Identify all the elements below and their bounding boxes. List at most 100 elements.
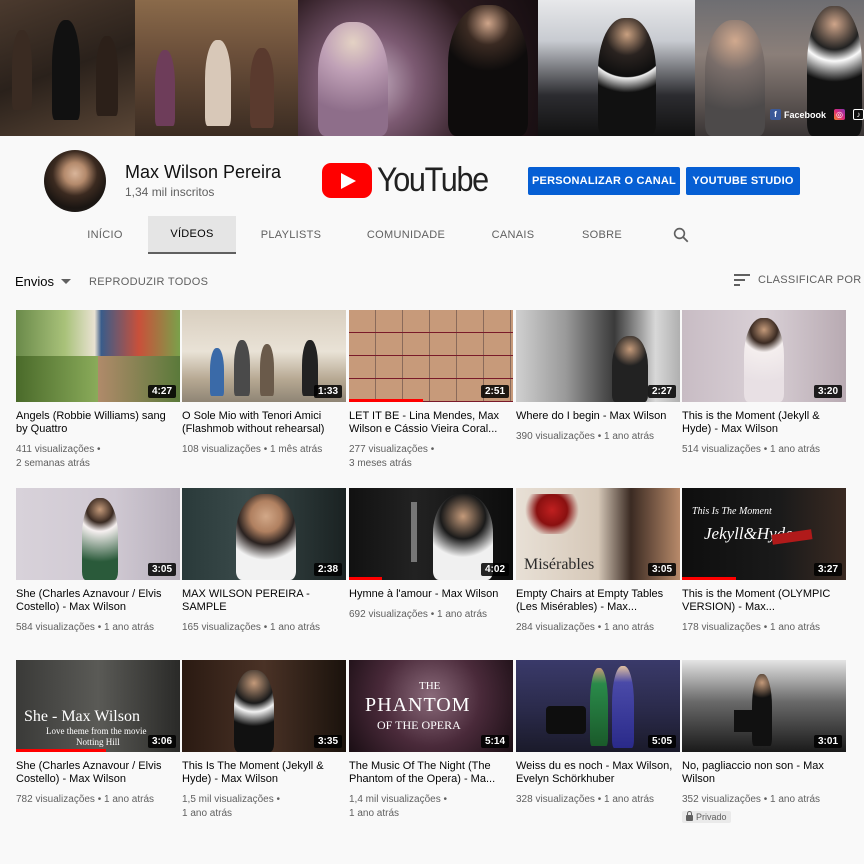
video-title[interactable]: The Music Of The Night (The Phantom of t…: [349, 760, 513, 786]
video-thumbnail[interactable]: 2:38: [182, 488, 346, 580]
tab-videos[interactable]: VÍDEOS: [148, 216, 236, 254]
lock-icon: [686, 811, 693, 821]
video-card[interactable]: Misérables 3:05 Empty Chairs at Empty Ta…: [516, 488, 680, 635]
video-age: 1 ano atrás: [182, 808, 233, 819]
caret-down-icon: [61, 279, 72, 284]
video-thumbnail[interactable]: 3:20: [682, 310, 846, 402]
youtube-logo[interactable]: YouTube: [322, 161, 500, 200]
video-card[interactable]: 4:02 Hymne à l'amour - Max Wilson 692 vi…: [349, 488, 513, 622]
video-card[interactable]: 5:05 Weiss du es noch - Max Wilson, Evel…: [516, 660, 680, 807]
video-title[interactable]: MAX WILSON PEREIRA - SAMPLE: [182, 588, 346, 614]
video-thumbnail[interactable]: THE PHANTOM OF THE OPERA 5:14: [349, 660, 513, 752]
video-title[interactable]: Empty Chairs at Empty Tables (Les Miséra…: [516, 588, 680, 614]
video-card[interactable]: THE PHANTOM OF THE OPERA 5:14 The Music …: [349, 660, 513, 821]
video-title[interactable]: She (Charles Aznavour / Elvis Costello) …: [16, 760, 180, 786]
video-card[interactable]: 3:20 This is the Moment (Jekyll & Hyde) …: [682, 310, 846, 457]
video-thumbnail[interactable]: 5:05: [516, 660, 680, 752]
video-age: 2 semanas atrás: [16, 458, 90, 469]
video-views: 277 visualizações: [349, 444, 428, 455]
video-meta: 514 visualizações • 1 ano atrás: [682, 444, 821, 455]
instagram-icon[interactable]: ◎: [834, 109, 845, 120]
private-label: Privado: [696, 812, 727, 822]
video-title[interactable]: Hymne à l'amour - Max Wilson: [349, 588, 513, 601]
search-icon[interactable]: [672, 226, 690, 244]
video-duration: 3:35: [313, 735, 342, 748]
video-title[interactable]: This is the Moment (OLYMPIC VERSION) - M…: [682, 588, 846, 614]
video-views: 692 visualizações: [349, 609, 428, 620]
facebook-link[interactable]: f Facebook: [769, 109, 826, 120]
video-meta: 584 visualizações • 1 ano atrás: [16, 622, 155, 633]
tab-playlists[interactable]: PLAYLISTS: [252, 216, 330, 254]
video-meta: 352 visualizações • 1 ano atrás: [682, 794, 821, 805]
video-age: 3 meses atrás: [349, 458, 412, 469]
video-title[interactable]: Angels (Robbie Williams) sang by Quattro: [16, 410, 180, 436]
video-card[interactable]: 2:51 LET IT BE - Lina Mendes, Max Wilson…: [349, 310, 513, 471]
video-card[interactable]: 3:35 This Is The Moment (Jekyll & Hyde) …: [182, 660, 346, 821]
video-views: 284 visualizações: [516, 622, 595, 633]
watch-progress: [682, 577, 737, 580]
video-thumbnail[interactable]: 4:02: [349, 488, 513, 580]
tab-sobre[interactable]: SOBRE: [574, 216, 630, 254]
video-thumbnail[interactable]: 2:51: [349, 310, 513, 402]
play-all-button[interactable]: REPRODUZIR TODOS: [89, 276, 208, 288]
youtube-play-icon: [322, 163, 372, 198]
video-age: 1 ano atrás: [770, 444, 821, 455]
banner-photo-duet: [298, 0, 538, 136]
channel-header: Max Wilson Pereira 1,34 mil inscritos Yo…: [0, 136, 864, 254]
video-views: 178 visualizações: [682, 622, 761, 633]
video-duration: 3:06: [147, 735, 176, 748]
tab-comunidade[interactable]: COMUNIDADE: [360, 216, 452, 254]
video-thumbnail[interactable]: 3:01: [682, 660, 846, 752]
video-thumbnail[interactable]: Misérables 3:05: [516, 488, 680, 580]
video-views: 1,4 mil visualizações: [349, 794, 441, 805]
video-meta: 165 visualizações • 1 ano atrás: [182, 622, 321, 633]
tab-canais[interactable]: CANAIS: [484, 216, 542, 254]
video-thumbnail[interactable]: 4:27: [16, 310, 180, 402]
thumb-phantom-1: THE: [419, 680, 441, 692]
video-title[interactable]: This is the Moment (Jekyll & Hyde) - Max…: [682, 410, 846, 436]
video-title[interactable]: This Is The Moment (Jekyll & Hyde) - Max…: [182, 760, 346, 786]
youtube-studio-button[interactable]: YOUTUBE STUDIO: [686, 167, 800, 195]
video-title[interactable]: Where do I begin - Max Wilson: [516, 410, 680, 423]
video-card[interactable]: 3:01 No, pagliaccio non son - Max Wilson…: [682, 660, 846, 826]
avatar[interactable]: [44, 150, 106, 212]
uploads-dropdown[interactable]: Envios: [15, 274, 72, 289]
sort-icon: [734, 274, 750, 286]
video-title[interactable]: Weiss du es noch - Max Wilson, Evelyn Sc…: [516, 760, 680, 786]
subscriber-count: 1,34 mil inscritos: [125, 185, 215, 199]
video-card[interactable]: 3:05 She (Charles Aznavour / Elvis Coste…: [16, 488, 180, 635]
video-thumbnail[interactable]: This Is The Moment Jekyll&Hyde 3:27: [682, 488, 846, 580]
tiktok-icon[interactable]: ♪: [853, 109, 864, 120]
video-age: 1 ano atrás: [604, 431, 655, 442]
video-card[interactable]: 2:27 Where do I begin - Max Wilson 390 v…: [516, 310, 680, 444]
video-title[interactable]: She (Charles Aznavour / Elvis Costello) …: [16, 588, 180, 614]
video-meta: 411 visualizações • 2 semanas atrás: [16, 444, 101, 469]
video-card[interactable]: This Is The Moment Jekyll&Hyde 3:27 This…: [682, 488, 846, 635]
video-thumbnail[interactable]: 3:35: [182, 660, 346, 752]
tab-inicio[interactable]: INÍCIO: [78, 216, 132, 254]
thumb-she-sub2: Notting Hill: [76, 737, 120, 747]
video-duration: 2:27: [647, 385, 676, 398]
video-title[interactable]: No, pagliaccio non son - Max Wilson: [682, 760, 846, 786]
thumb-phantom-3: OF THE OPERA: [377, 718, 461, 732]
thumb-she-sub1: Love theme from the movie: [46, 726, 147, 736]
customize-channel-button[interactable]: PERSONALIZAR O CANAL: [528, 167, 680, 195]
video-card[interactable]: 2:38 MAX WILSON PEREIRA - SAMPLE 165 vis…: [182, 488, 346, 635]
banner-photo-orchestra: [538, 0, 695, 136]
uploads-label: Envios: [15, 274, 55, 289]
channel-tabs: INÍCIO VÍDEOS PLAYLISTS COMUNIDADE CANAI…: [0, 216, 864, 254]
video-card[interactable]: She - Max Wilson Love theme from the mov…: [16, 660, 180, 807]
video-thumbnail[interactable]: 3:05: [16, 488, 180, 580]
video-thumbnail[interactable]: 1:33: [182, 310, 346, 402]
video-card[interactable]: 4:27 Angels (Robbie Williams) sang by Qu…: [16, 310, 180, 471]
video-title[interactable]: O Sole Mio with Tenori Amici (Flashmob w…: [182, 410, 346, 436]
video-thumbnail[interactable]: 2:27: [516, 310, 680, 402]
thumb-moment-text: This Is The Moment: [692, 506, 772, 517]
video-age: 1 ano atrás: [104, 794, 155, 805]
video-thumbnail[interactable]: She - Max Wilson Love theme from the mov…: [16, 660, 180, 752]
video-meta: 108 visualizações • 1 mês atrás: [182, 444, 323, 455]
sort-button[interactable]: CLASSIFICAR POR: [734, 274, 862, 286]
video-card[interactable]: 1:33 O Sole Mio with Tenori Amici (Flash…: [182, 310, 346, 457]
video-age: 1 ano atrás: [437, 609, 488, 620]
video-title[interactable]: LET IT BE - Lina Mendes, Max Wilson e Cá…: [349, 410, 513, 436]
